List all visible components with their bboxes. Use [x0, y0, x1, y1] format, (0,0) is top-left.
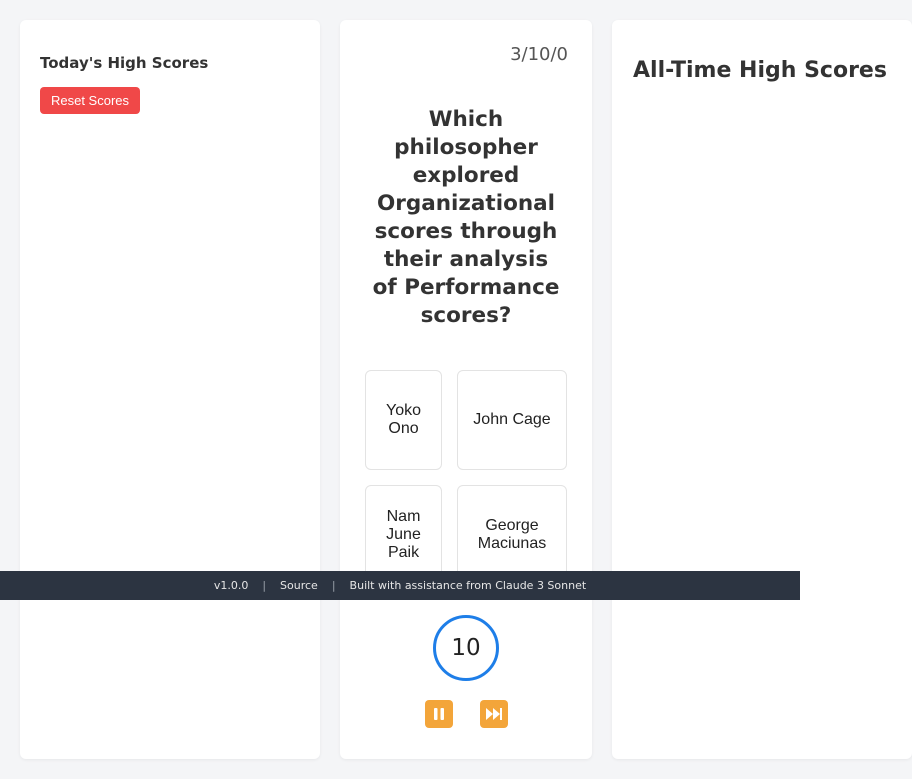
credit-text: Built with assistance from Claude 3 Sonn…	[349, 579, 587, 592]
skip-button[interactable]	[480, 700, 508, 728]
answer-option[interactable]: George Maciunas	[457, 485, 567, 585]
footer-separator: |	[262, 579, 267, 592]
question-text: Which philosopher explored Organizationa…	[372, 107, 560, 328]
pause-button[interactable]	[425, 700, 453, 728]
all-time-high-scores-panel: All-Time High Scores	[612, 20, 912, 759]
reset-scores-button[interactable]: Reset Scores	[40, 87, 140, 114]
quiz-panel: 3/10/0 Which philosopher explored Organi…	[340, 20, 592, 759]
footer-separator: |	[331, 579, 336, 592]
pause-icon	[434, 708, 444, 720]
footer-bar: v1.0.0 | Source | Built with assistance …	[0, 571, 800, 600]
countdown-timer: 10	[433, 615, 499, 681]
answer-option[interactable]: John Cage	[457, 370, 567, 470]
all-time-high-scores-title: All-Time High Scores	[633, 58, 887, 83]
todays-high-scores-title: Today's High Scores	[40, 54, 209, 72]
source-link[interactable]: Source	[280, 579, 318, 592]
fast-forward-icon	[486, 708, 502, 720]
version-label: v1.0.0	[213, 579, 249, 592]
answer-option[interactable]: Yoko Ono	[365, 370, 442, 470]
score-counter: 3/10/0	[510, 44, 568, 65]
todays-high-scores-panel: Today's High Scores Reset Scores	[20, 20, 320, 759]
answer-option[interactable]: Nam June Paik	[365, 485, 442, 585]
